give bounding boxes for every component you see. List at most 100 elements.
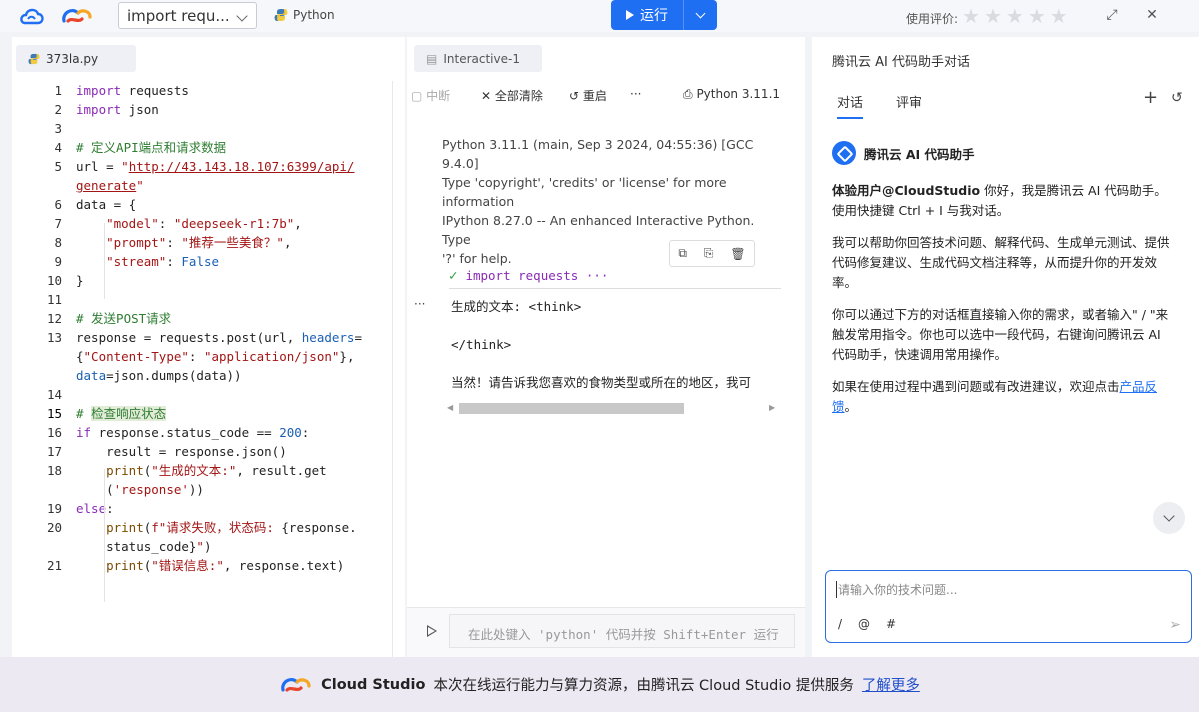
- line-number: 6: [54, 197, 62, 212]
- copy-icon[interactable]: ⧉: [678, 246, 687, 261]
- execute-icon[interactable]: [427, 625, 437, 637]
- language-indicator: Python: [274, 8, 335, 22]
- ai-chat-panel: 腾讯云 AI 代码助手对话 对话 评审 + ↺ 腾讯云 AI 代码助手 体验用户…: [812, 37, 1199, 657]
- code-line[interactable]: 4 # 定义API端点和请求数据: [12, 138, 392, 157]
- code-line[interactable]: 6 data = {: [12, 195, 392, 214]
- code-line-text: data = {: [76, 197, 137, 212]
- cell-input-code: import requests ···: [465, 268, 609, 283]
- run-button[interactable]: 运行: [611, 0, 684, 30]
- line-number: 19: [46, 501, 62, 516]
- code-line[interactable]: 1 import requests: [12, 81, 392, 100]
- code-line[interactable]: 8 "prompt": "推荐一些美食？",: [12, 233, 392, 252]
- interrupt-button[interactable]: ▢ 中断: [411, 87, 450, 104]
- interactive-panel: ▤ Interactive-1 ▢ 中断 ✕ 全部清除 ↺ 重启 ··· ⎙ P…: [407, 37, 805, 657]
- close-icon[interactable]: ✕: [1144, 7, 1160, 23]
- bot-header: 腾讯云 AI 代码助手: [832, 141, 975, 165]
- editor-scrollbar[interactable]: [392, 81, 393, 657]
- learn-more-link[interactable]: 了解更多: [862, 674, 920, 695]
- cloud-logo-icon[interactable]: [18, 5, 46, 27]
- code-line[interactable]: 3: [12, 119, 392, 138]
- code-line[interactable]: 20 print(f"请求失败，状态码: {response.: [12, 518, 392, 537]
- indent-guide: [104, 469, 105, 545]
- clear-all-button[interactable]: ✕ 全部清除: [481, 87, 543, 104]
- code-line[interactable]: 9 "stream": False: [12, 252, 392, 271]
- interactive-toolbar: ▢ 中断 ✕ 全部清除 ↺ 重启 ··· ⎙ Python 3.11.1: [407, 85, 805, 105]
- code-line[interactable]: generate": [12, 176, 392, 195]
- code-line[interactable]: 15 # 检查响应状态: [12, 404, 392, 423]
- code-line[interactable]: 17 result = response.json(): [12, 442, 392, 461]
- run-options-dropdown[interactable]: [684, 0, 717, 30]
- code-line-text: ('response')): [76, 482, 204, 497]
- line-number: 21: [46, 558, 62, 573]
- line-number: 16: [46, 425, 62, 440]
- clear-all-label: 全部清除: [494, 89, 543, 103]
- greeting-user: 体验用户@CloudStudio: [832, 183, 981, 198]
- language-label: Python: [293, 8, 335, 22]
- code-line[interactable]: 16 if response.status_code == 200:: [12, 423, 392, 442]
- cloud-studio-logo-icon: [281, 677, 311, 692]
- line-number: 18: [46, 463, 62, 478]
- cell-more-icon[interactable]: ···: [414, 297, 425, 311]
- code-line-text: import json: [76, 102, 159, 117]
- scroll-left-icon[interactable]: ◀: [447, 403, 453, 412]
- code-line[interactable]: 13 response = requests.post(url, headers=: [12, 328, 392, 347]
- python-file-icon: [28, 53, 40, 64]
- code-line-text: print("生成的文本:", result.get: [106, 463, 327, 478]
- chat-paragraph-4: 如果在使用过程中遇到问题或有改进建议，欢迎点击产品反馈。: [832, 377, 1177, 417]
- code-line-text: # 检查响应状态: [76, 406, 167, 421]
- line-number: 5: [54, 159, 62, 174]
- code-line[interactable]: 2 import json: [12, 100, 392, 119]
- code-line[interactable]: 7 "model": "deepseek-r1:7b",: [12, 214, 392, 233]
- line-number: 11: [46, 292, 62, 307]
- restart-button[interactable]: ↺ 重启: [569, 87, 607, 104]
- star-rating[interactable]: ★★★★★: [962, 4, 1072, 28]
- more-button[interactable]: ···: [630, 87, 641, 101]
- delete-icon[interactable]: 🗑: [730, 247, 745, 261]
- notebook-icon: ▤: [426, 51, 438, 66]
- feedback-end: 。: [844, 399, 858, 414]
- editor-tab[interactable]: 373la.py: [16, 45, 136, 72]
- history-icon[interactable]: ↺: [1171, 90, 1183, 106]
- tab-review[interactable]: 评审: [896, 92, 922, 111]
- horizontal-scrollbar[interactable]: [459, 403, 684, 414]
- code-line-text: response = requests.post(url, headers=: [76, 330, 362, 345]
- code-line-text: }: [76, 273, 84, 288]
- kernel-icon: ⎙: [683, 87, 693, 101]
- banner-line: Python 3.11.1 (main, Sep 3 2024, 04:55:3…: [442, 137, 754, 171]
- file-select[interactable]: import requ...: [118, 2, 257, 29]
- mention-button[interactable]: @: [858, 617, 870, 631]
- code-line[interactable]: ('response')): [12, 480, 392, 499]
- cell-input[interactable]: ✓ import requests ···: [449, 263, 781, 289]
- code-line[interactable]: data=json.dumps(data)): [12, 366, 392, 385]
- interactive-input[interactable]: 在此处键入 'python' 代码并按 Shift+Enter 运行: [449, 614, 795, 648]
- code-area[interactable]: 1 import requests 2 import json 3 4 # 定义API端点…: [12, 81, 392, 575]
- kernel-selector[interactable]: ⎙ Python 3.11.1: [683, 87, 780, 102]
- send-icon[interactable]: ➢: [1169, 617, 1181, 633]
- code-line[interactable]: {"Content-Type": "application/json"},: [12, 347, 392, 366]
- line-number: [12, 176, 62, 195]
- code-line[interactable]: 12 # 发送POST请求: [12, 309, 392, 328]
- chat-input-box[interactable]: 请输入你的技术问题... / @ # ➢: [825, 570, 1192, 643]
- expand-icon[interactable]: ⤢: [1104, 7, 1120, 23]
- code-line[interactable]: 18 print("生成的文本:", result.get: [12, 461, 392, 480]
- code-line[interactable]: 10}: [12, 271, 392, 290]
- hash-context-button[interactable]: #: [886, 617, 896, 631]
- code-line[interactable]: 5 url = "http://43.143.18.107:6399/api/: [12, 157, 392, 176]
- copy-to-editor-icon[interactable]: ⎘: [704, 246, 714, 261]
- code-line[interactable]: status_code}"): [12, 537, 392, 556]
- tab-chat[interactable]: 对话: [837, 92, 864, 119]
- banner-brand: Cloud Studio: [321, 676, 426, 693]
- code-line[interactable]: 19 else:: [12, 499, 392, 518]
- scroll-down-button[interactable]: [1153, 502, 1185, 534]
- line-number: 8: [54, 235, 62, 250]
- scroll-right-icon[interactable]: ▶: [769, 403, 775, 412]
- new-chat-icon[interactable]: +: [1143, 87, 1158, 108]
- banner-text: 本次在线运行能力与算力资源，由腾讯云 Cloud Studio 提供服务: [433, 678, 854, 694]
- code-line[interactable]: 11: [12, 290, 392, 309]
- slash-command-button[interactable]: /: [838, 617, 842, 631]
- code-line[interactable]: 21 print("错误信息:", response.text): [12, 556, 392, 575]
- interactive-tab[interactable]: ▤ Interactive-1: [414, 45, 542, 72]
- code-line[interactable]: 14: [12, 385, 392, 404]
